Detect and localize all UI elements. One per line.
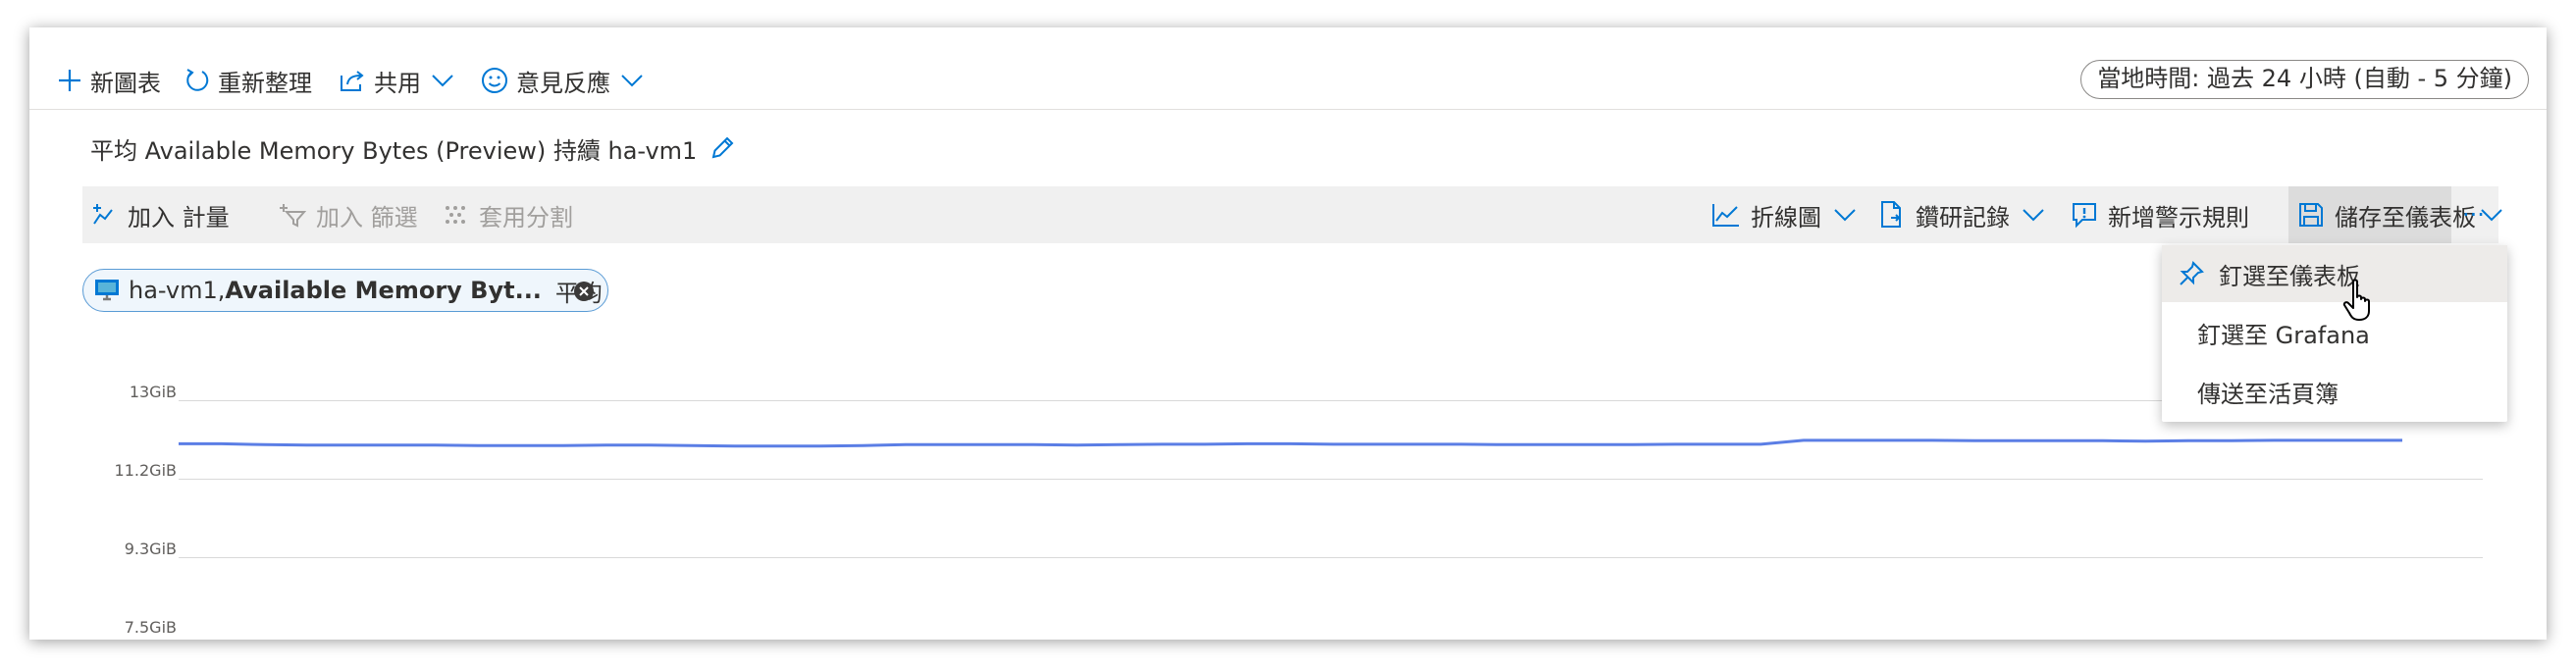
save-to-dashboard-menu: 釘選至儀表板 釘選至 Grafana 傳送至活頁簿 bbox=[2162, 245, 2507, 422]
menu-item-pin-to-dashboard[interactable]: 釘選至儀表板 bbox=[2162, 245, 2507, 302]
metrics-blade: 新圖表 重新整理 共用 意見反應 當地時間: 過去 24 小時 (自動 - 5 … bbox=[29, 27, 2547, 640]
series-line bbox=[179, 438, 2402, 448]
menu-item-label: 傳送至活頁簿 bbox=[2197, 380, 2339, 408]
pin-icon bbox=[2180, 261, 2204, 285]
menu-item-label: 釘選至儀表板 bbox=[2219, 262, 2360, 290]
menu-item-send-to-workbook[interactable]: 傳送至活頁簿 bbox=[2162, 363, 2507, 420]
hand-cursor-icon bbox=[2342, 279, 2370, 321]
menu-item-pin-to-grafana[interactable]: 釘選至 Grafana bbox=[2162, 304, 2507, 361]
